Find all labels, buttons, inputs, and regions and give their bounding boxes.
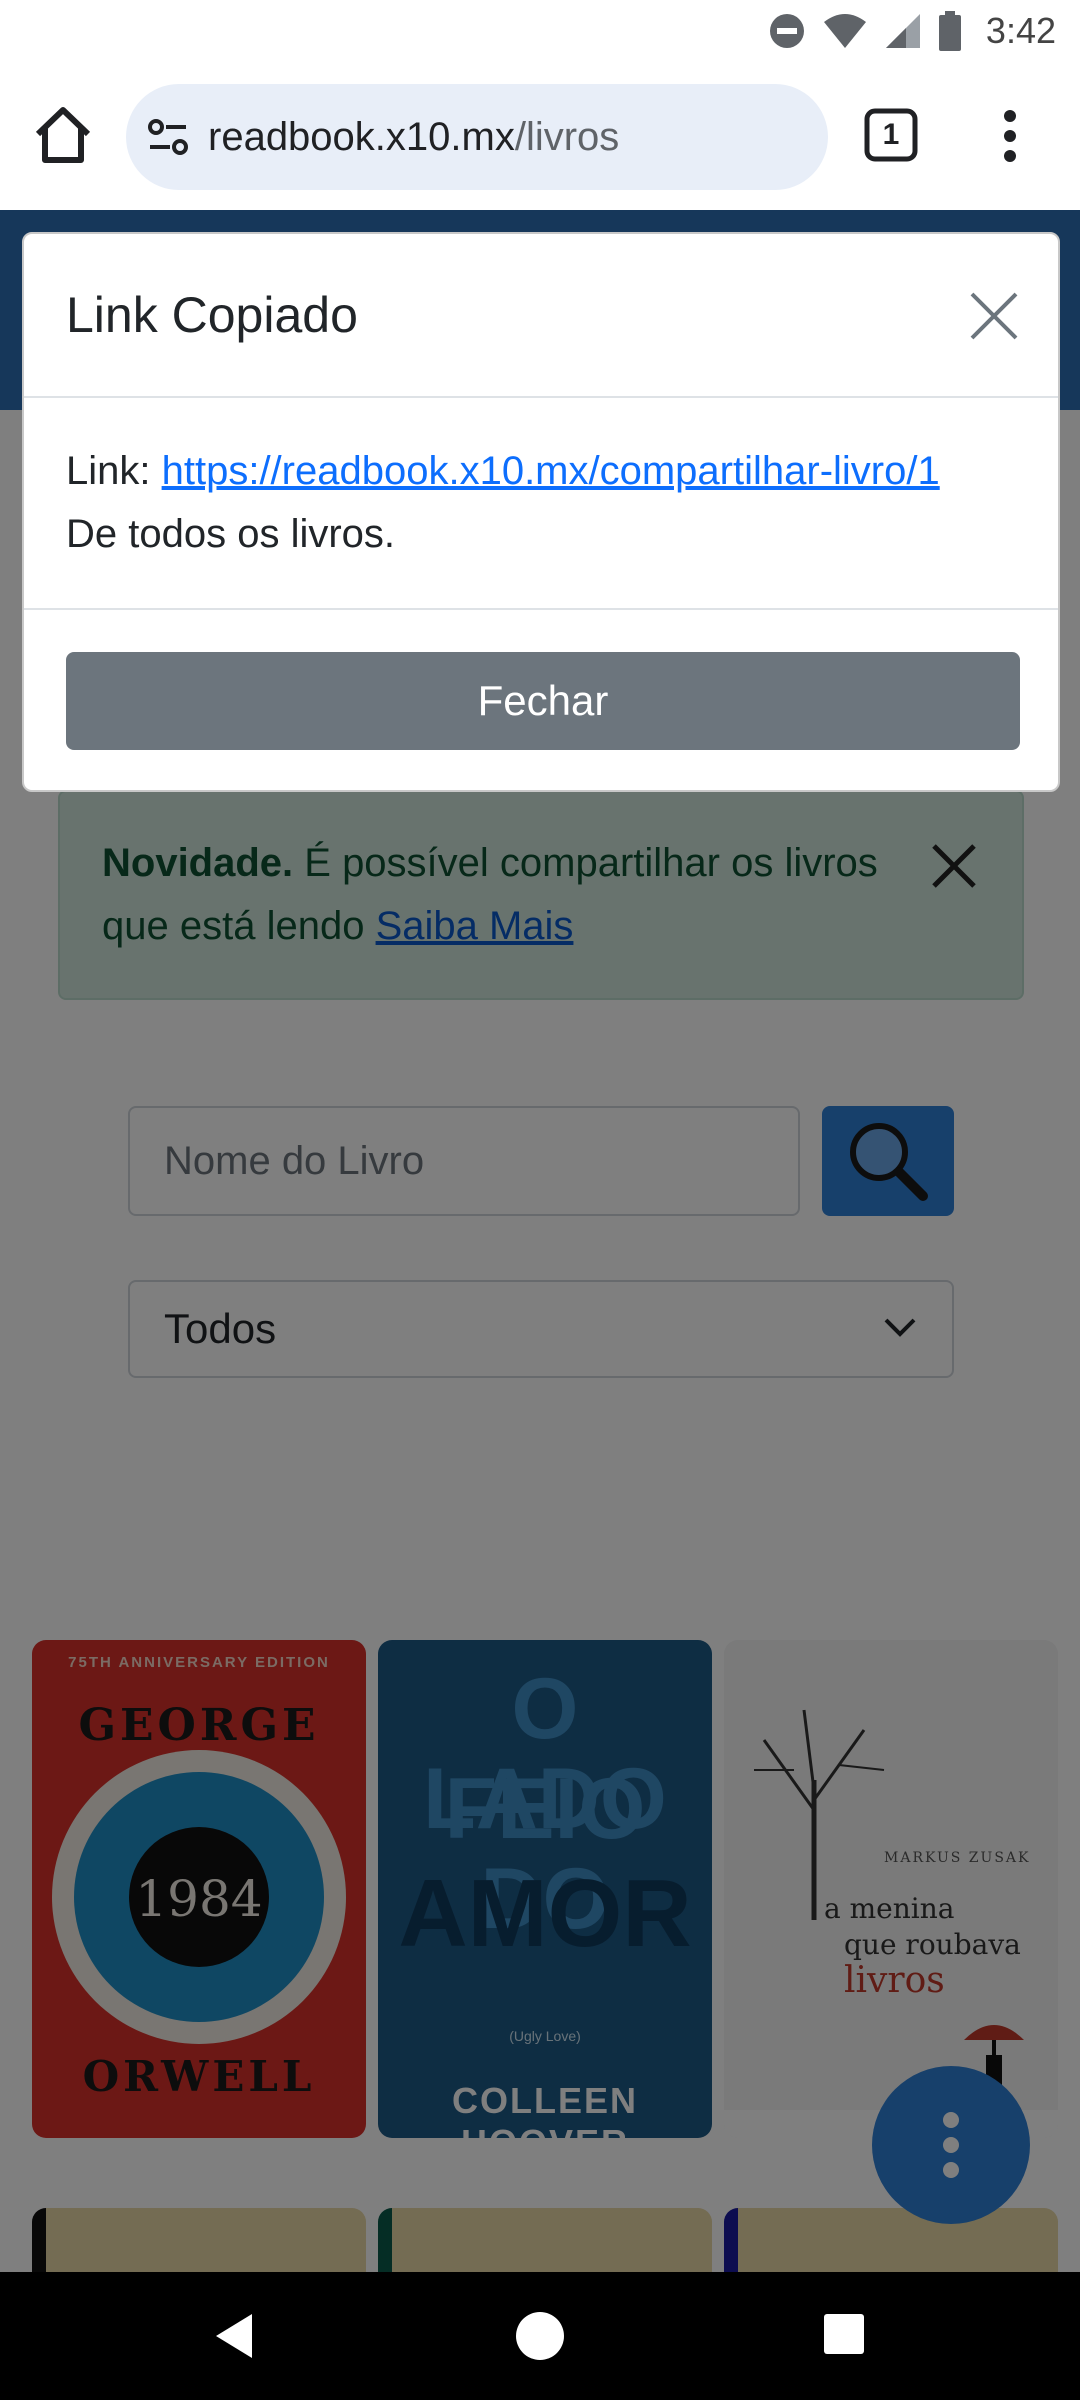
link-description: De todos os livros. [66,512,396,556]
url-path: /livros [514,114,620,159]
home-nav-icon[interactable] [516,2312,564,2360]
status-bar: 3:42 [0,0,1080,62]
screen: 3:42 readbook.x10.mx/livros 1 Link Copia… [0,0,1080,2400]
modal-header: Link Copiado [24,234,1058,398]
more-options-icon[interactable] [1000,106,1020,166]
system-nav-bar [0,2272,1080,2400]
browser-toolbar: readbook.x10.mx/livros 1 [0,62,1080,210]
modal-title: Link Copiado [66,287,358,343]
site-settings-icon[interactable] [146,117,190,157]
wifi-icon [823,14,866,48]
modal-footer: Fechar [24,610,1058,794]
clock: 3:42 [985,10,1056,51]
share-link[interactable]: https://readbook.x10.mx/compartilhar-liv… [162,449,940,493]
tab-switcher-button[interactable]: 1 [864,108,918,162]
back-icon[interactable] [212,2312,256,2360]
link-label: Link: [66,449,162,493]
recents-icon[interactable] [824,2314,864,2354]
home-icon[interactable] [30,102,96,168]
address-bar[interactable]: readbook.x10.mx/livros [126,84,828,190]
close-button[interactable]: Fechar [66,652,1020,750]
battery-icon [938,11,961,51]
share-link-line: Link: https://readbook.x10.mx/compartilh… [66,440,1016,503]
modal-body: Link: https://readbook.x10.mx/compartilh… [24,398,1058,610]
url-host: readbook.x10.mx [208,114,515,159]
url-text[interactable]: readbook.x10.mx/livros [208,115,619,160]
cell-signal-icon [885,14,920,48]
tab-count: 1 [882,118,900,151]
close-icon[interactable] [966,288,1022,344]
link-copied-modal: Link Copiado Link: https://readbook.x10.… [22,232,1060,792]
do-not-disturb-icon [769,14,804,48]
